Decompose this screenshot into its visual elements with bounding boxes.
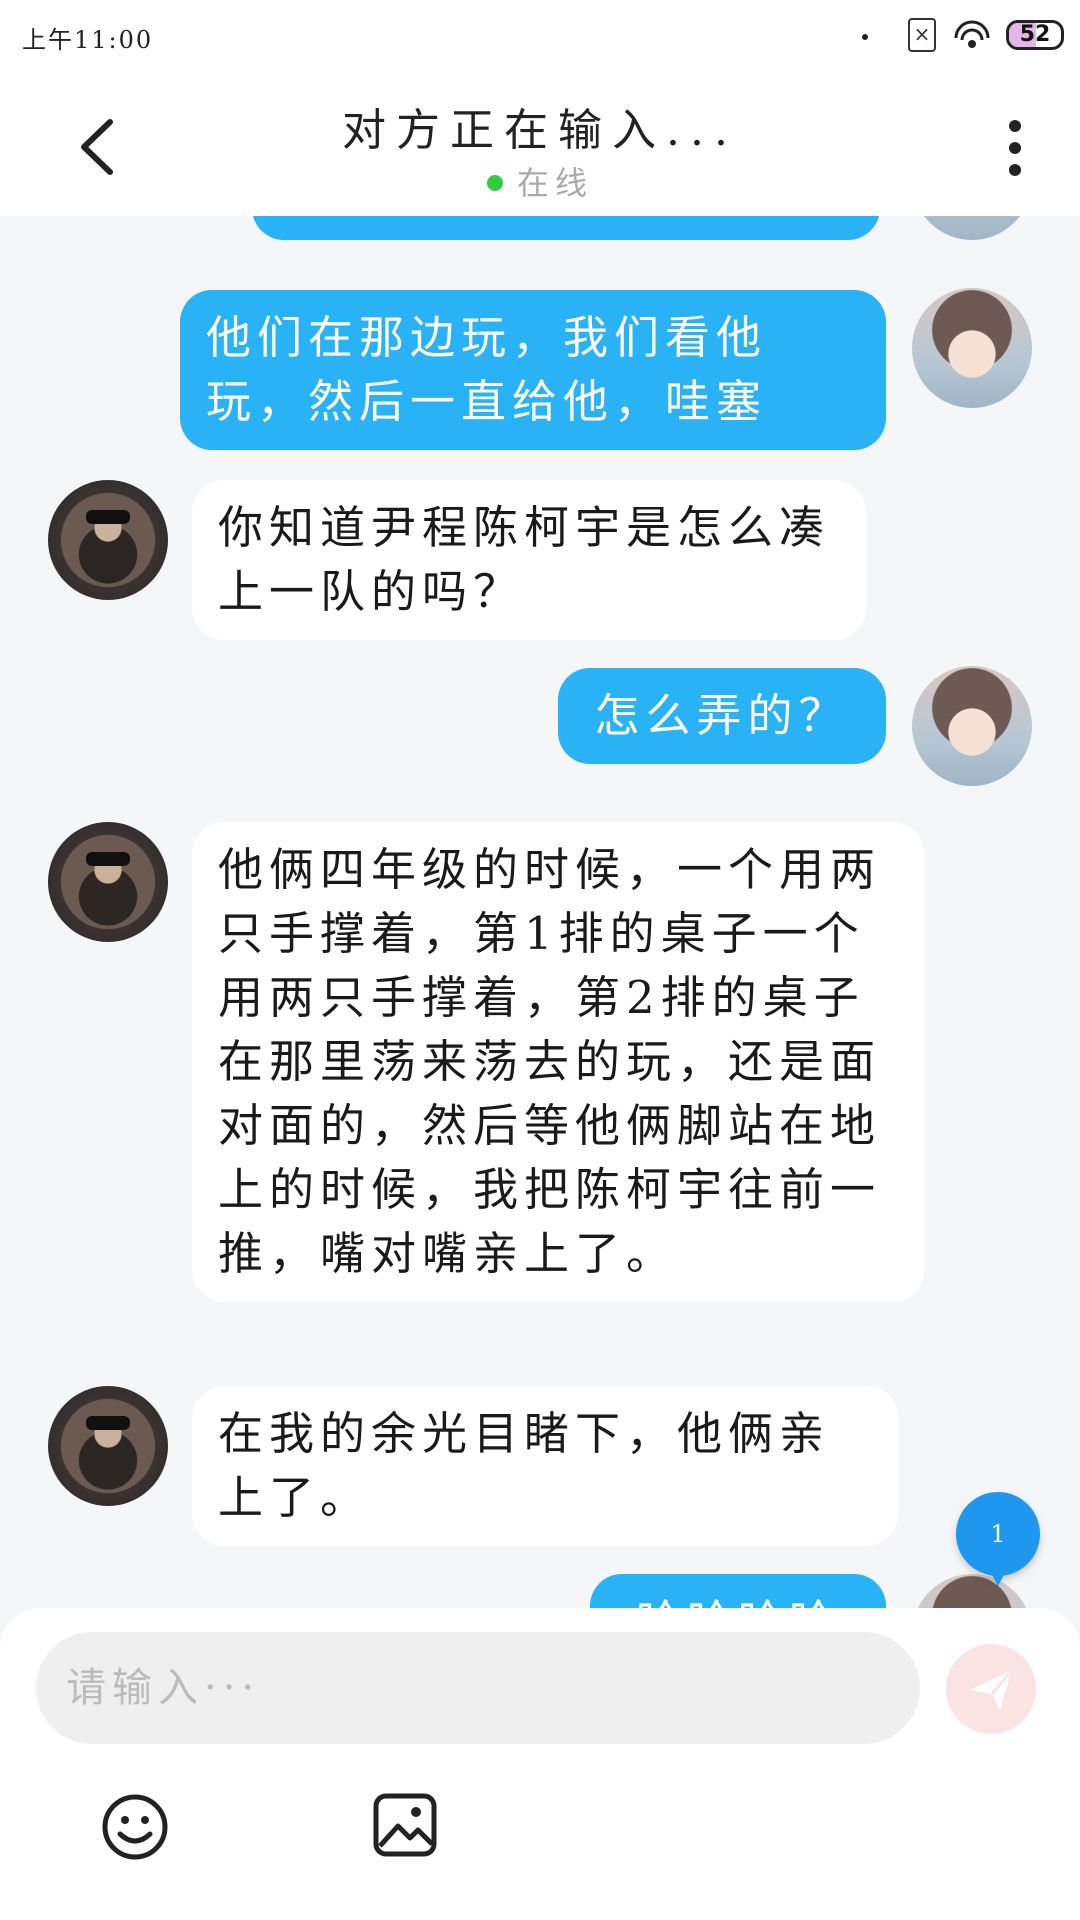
contact-avatar[interactable] xyxy=(48,480,168,600)
new-message-badge[interactable]: 1 xyxy=(956,1492,1040,1586)
send-button[interactable] xyxy=(946,1644,1036,1734)
message-text: 怎么弄的？ xyxy=(594,689,850,742)
no-sim-icon: × xyxy=(908,18,936,52)
battery-level: 52 xyxy=(1019,22,1051,47)
message-text: 在我的余光目睹下，他俩亲上了。 xyxy=(218,1407,831,1524)
message-bubble-partial[interactable] xyxy=(252,216,880,240)
my-avatar[interactable] xyxy=(912,288,1032,408)
battery-indicator: 52 xyxy=(1006,20,1064,50)
message-bubble-outgoing[interactable]: 他们在那边玩，我们看他玩，然后一直给他，哇塞 xyxy=(180,290,886,450)
presence-label: 在线 xyxy=(516,164,593,202)
more-options-button[interactable] xyxy=(1000,114,1030,184)
chat-messages[interactable]: 他们在那边玩，我们看他玩，然后一直给他，哇塞 你知道尹程陈柯宇是怎么凑上一队的吗… xyxy=(0,216,1080,1608)
message-bubble-outgoing[interactable]: 哈哈哈哈 xyxy=(590,1574,886,1608)
wifi-icon xyxy=(954,20,990,48)
my-avatar[interactable] xyxy=(912,1574,1032,1608)
contact-avatar[interactable] xyxy=(48,1386,168,1506)
message-input-container[interactable] xyxy=(36,1632,920,1744)
message-input[interactable] xyxy=(36,1632,920,1744)
presence-status: 在线 xyxy=(0,158,1080,204)
chat-title: 对方正在输入... xyxy=(342,105,738,156)
more-dot xyxy=(1009,164,1021,176)
sunglasses xyxy=(86,510,130,524)
message-text: 他们在那边玩，我们看他玩，然后一直给他，哇塞 xyxy=(206,311,768,428)
message-composer xyxy=(0,1608,1080,1920)
more-dot xyxy=(1009,142,1021,154)
chat-header: 对方正在输入... 在线 xyxy=(0,74,1080,216)
sunglasses xyxy=(86,852,130,866)
online-indicator-icon xyxy=(486,174,503,191)
my-avatar[interactable] xyxy=(912,666,1032,786)
contact-avatar[interactable] xyxy=(48,822,168,942)
status-bar: 上午11:00 × 52 xyxy=(0,0,1080,74)
message-text: 你知道尹程陈柯宇是怎么凑上一队的吗？ xyxy=(218,501,831,618)
emoji-icon[interactable] xyxy=(100,1792,170,1862)
message-text: 他俩四年级的时候，一个用两只手撑着，第1排的桌子一个用两只手撑着，第2排的桌子在… xyxy=(218,843,882,1280)
image-icon[interactable] xyxy=(372,1792,438,1858)
status-time: 上午11:00 xyxy=(22,26,154,54)
message-bubble-outgoing[interactable]: 怎么弄的？ xyxy=(558,668,886,764)
my-avatar[interactable] xyxy=(912,216,1032,240)
message-text: 哈哈哈哈 xyxy=(636,1595,840,1608)
message-bubble-incoming[interactable]: 在我的余光目睹下，他俩亲上了。 xyxy=(192,1386,898,1546)
send-icon xyxy=(970,1669,1014,1710)
badge-count: 1 xyxy=(990,1520,1006,1548)
message-bubble-incoming[interactable]: 他俩四年级的时候，一个用两只手撑着，第1排的桌子一个用两只手撑着，第2排的桌子在… xyxy=(192,822,924,1302)
more-vertical-icon xyxy=(1009,120,1021,132)
message-bubble-incoming[interactable]: 你知道尹程陈柯宇是怎么凑上一队的吗？ xyxy=(192,480,866,640)
notification-dot-icon xyxy=(862,34,868,40)
sunglasses xyxy=(86,1416,130,1430)
